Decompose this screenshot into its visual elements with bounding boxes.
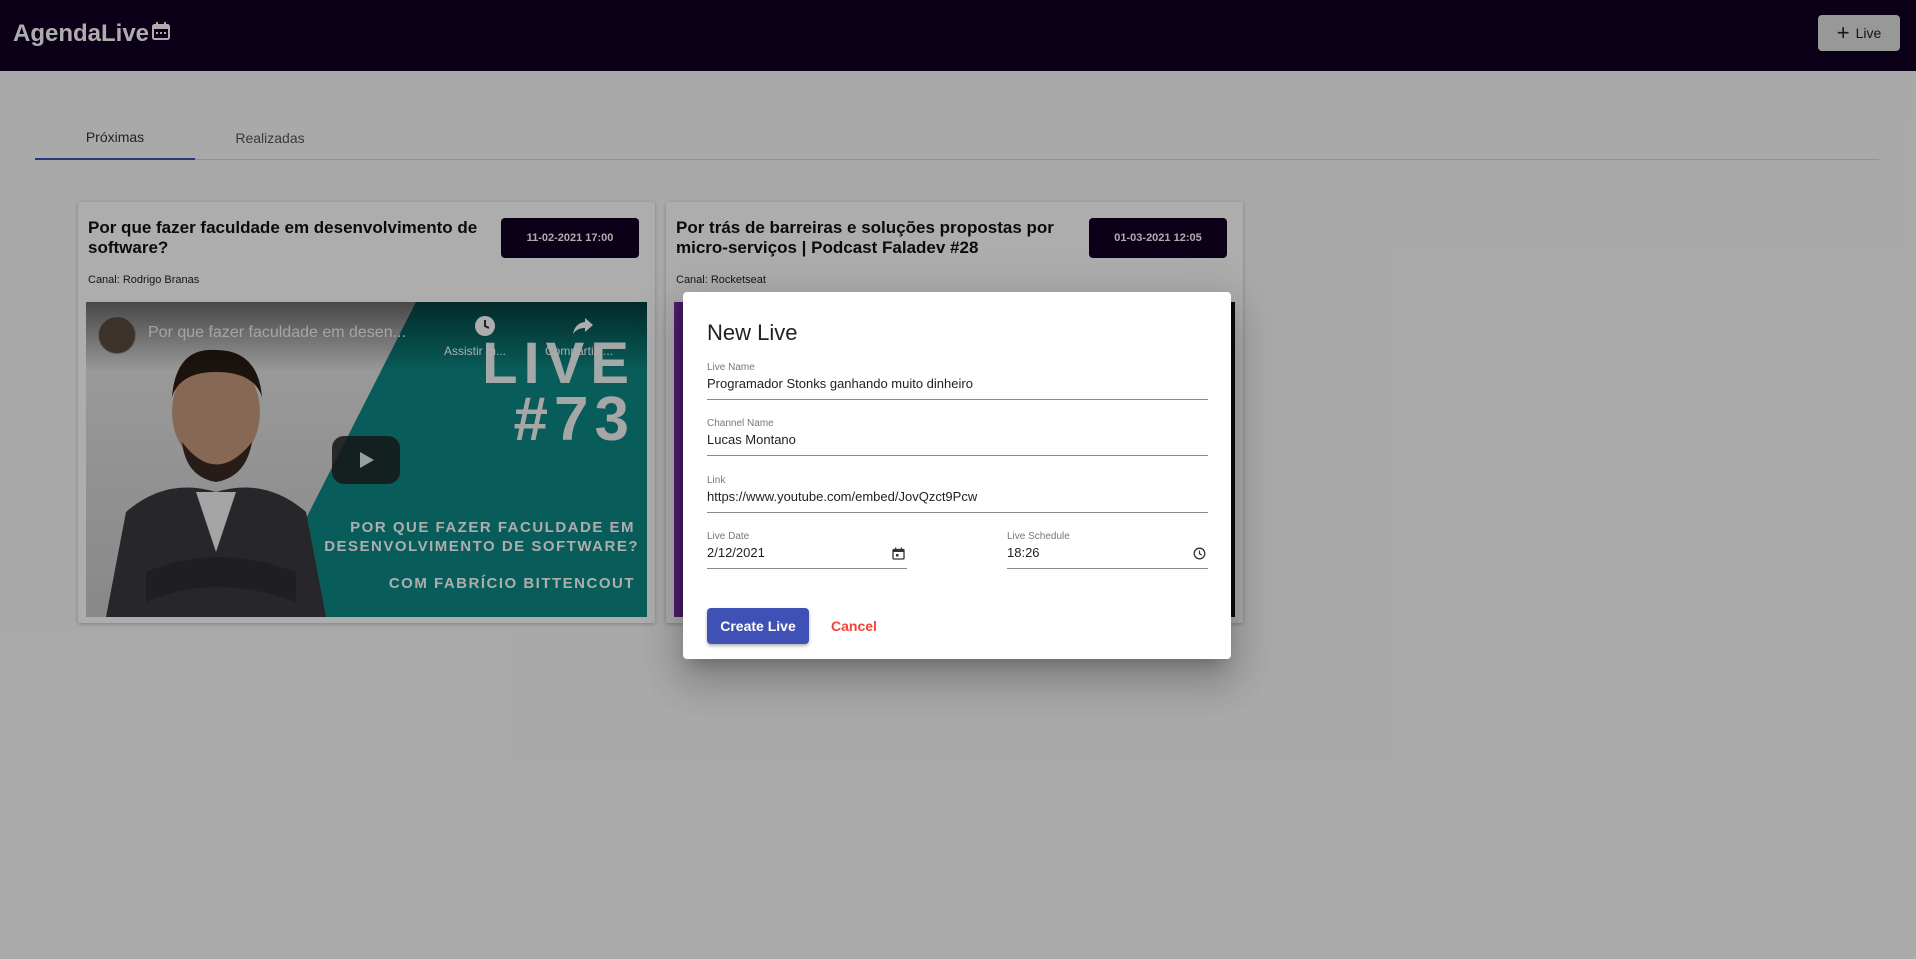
new-live-dialog: New Live Live Name Programador Stonks ga… <box>683 292 1231 659</box>
live-schedule-field[interactable]: Live Schedule 18:26 <box>1007 531 1208 569</box>
field-value[interactable]: https://www.youtube.com/embed/JovQzct9Pc… <box>707 489 977 504</box>
clock-picker-icon[interactable] <box>1193 547 1206 565</box>
field-label: Channel Name <box>707 418 774 429</box>
live-name-field[interactable]: Live Name Programador Stonks ganhando mu… <box>707 362 1208 400</box>
dialog-title: New Live <box>707 320 798 345</box>
field-value[interactable]: Programador Stonks ganhando muito dinhei… <box>707 376 973 391</box>
cancel-button[interactable]: Cancel <box>819 608 889 644</box>
link-field[interactable]: Link https://www.youtube.com/embed/JovQz… <box>707 475 1208 513</box>
field-value[interactable]: 2/12/2021 <box>707 545 765 560</box>
field-label: Live Schedule <box>1007 531 1070 542</box>
field-value[interactable]: Lucas Montano <box>707 432 796 447</box>
live-date-field[interactable]: Live Date 2/12/2021 <box>707 531 907 569</box>
channel-name-field[interactable]: Channel Name Lucas Montano <box>707 418 1208 456</box>
field-label: Link <box>707 475 726 486</box>
field-label: Live Name <box>707 362 755 373</box>
create-live-button[interactable]: Create Live <box>707 608 809 644</box>
field-value[interactable]: 18:26 <box>1007 545 1040 560</box>
calendar-picker-icon[interactable] <box>892 547 905 565</box>
field-label: Live Date <box>707 531 750 542</box>
